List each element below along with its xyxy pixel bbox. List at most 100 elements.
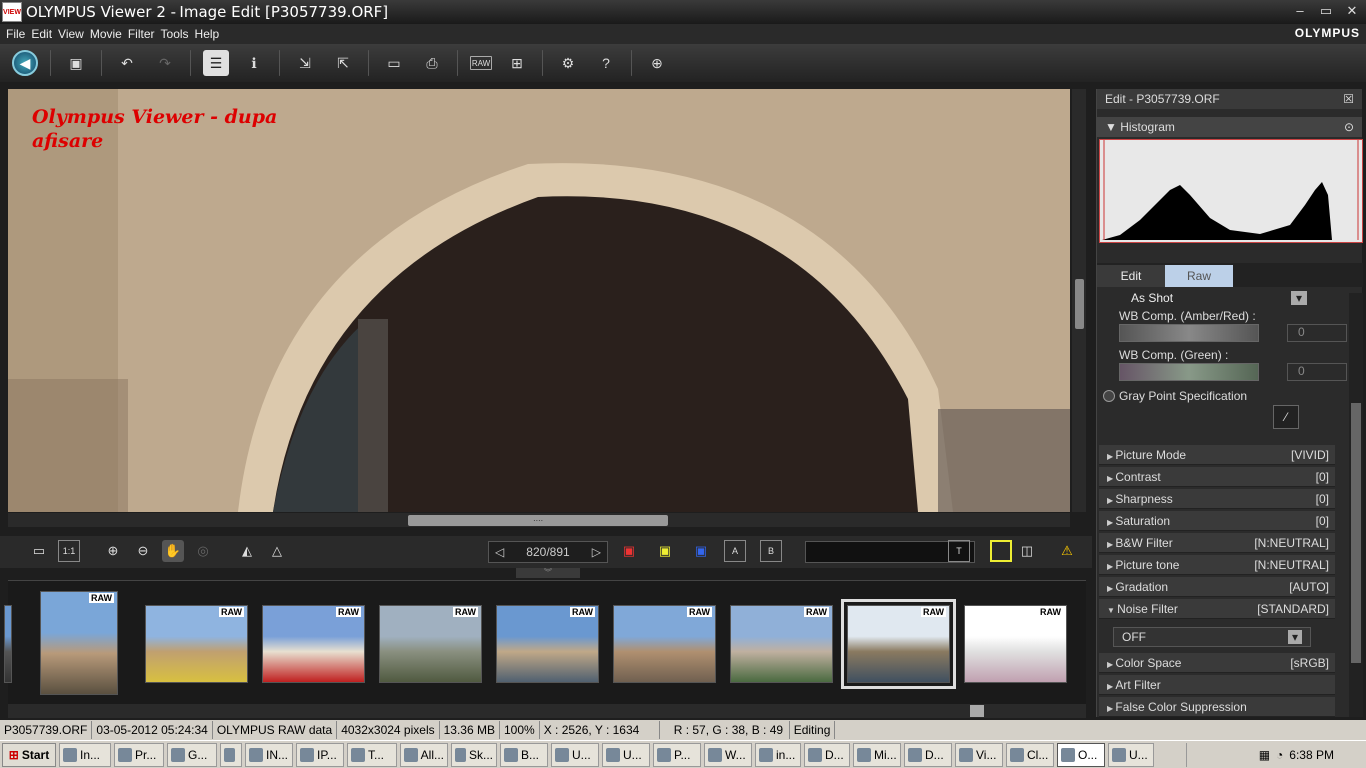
taskbar-button[interactable] (220, 742, 242, 767)
taskbar-button[interactable]: B... (500, 742, 548, 767)
list-view-icon[interactable]: ☰ (203, 50, 229, 76)
filmstrip-thumbnail[interactable]: RAW (40, 591, 118, 695)
gray-point-option[interactable]: Gray Point Specification (1103, 389, 1347, 403)
tab-edit[interactable]: Edit (1097, 265, 1165, 287)
yellow-flag-icon[interactable]: ▣ (654, 540, 676, 562)
setting-row-sharpness[interactable]: Sharpness [0] (1099, 489, 1335, 509)
scroll-thumb[interactable] (1075, 279, 1084, 329)
menu-filter[interactable]: Filter (128, 27, 155, 41)
taskbar-button[interactable]: T... (347, 742, 397, 767)
menu-movie[interactable]: Movie (90, 27, 122, 41)
taskbar-button[interactable]: IP... (296, 742, 344, 767)
hand-tool-icon[interactable]: ✋ (162, 540, 184, 562)
help-icon[interactable]: ? (593, 50, 619, 76)
zoom-out-icon[interactable]: ⊖ (132, 540, 154, 562)
triangle-outline-icon[interactable]: △ (266, 540, 288, 562)
filmstrip-thumbnail[interactable]: RAW (379, 605, 482, 683)
panel-scrollbar[interactable] (1349, 293, 1363, 717)
setting-row-b-w-filter[interactable]: B&W Filter [N:NEUTRAL] (1099, 533, 1335, 553)
filmstrip-thumbnail[interactable]: RAW (262, 605, 365, 683)
taskbar-button[interactable]: In... (59, 742, 111, 767)
wb-amber-value[interactable]: 0 (1287, 324, 1347, 342)
taskbar-button[interactable]: in... (755, 742, 801, 767)
b-button[interactable]: B (760, 540, 782, 562)
taskbar-button[interactable]: D... (904, 742, 952, 767)
start-button[interactable]: ⊞ Start (2, 742, 56, 767)
taskbar-button[interactable]: Cl... (1006, 742, 1054, 767)
setting-row-color-space[interactable]: Color Space [sRGB] (1099, 653, 1335, 673)
text-button[interactable]: T (948, 540, 970, 562)
warning-icon[interactable]: ⚠ (1056, 540, 1078, 562)
filmstrip-thumbnail[interactable]: RAW (145, 605, 248, 683)
viewer-horizontal-scrollbar[interactable]: ∙∙∙∙ (8, 513, 1070, 527)
save-icon[interactable]: ▣ (63, 50, 89, 76)
zoom-in-icon[interactable]: ⊕ (102, 540, 124, 562)
taskbar-button[interactable]: All... (400, 742, 448, 767)
setting-row-gradation[interactable]: Gradation [AUTO] (1099, 577, 1335, 597)
collapse-filmstrip-button[interactable]: ︾ (516, 568, 580, 578)
chevron-down-icon[interactable]: ▾ (1288, 630, 1302, 644)
taskbar-button[interactable]: U... (1108, 742, 1154, 767)
wb-green-value[interactable]: 0 (1287, 363, 1347, 381)
setting-row-saturation[interactable]: Saturation [0] (1099, 511, 1335, 531)
next-image-button[interactable]: ▷ (592, 545, 601, 559)
taskbar-button[interactable]: Pr... (114, 742, 164, 767)
scroll-thumb[interactable]: ∙∙∙∙ (408, 515, 668, 526)
raw-develop-icon[interactable]: RAW (470, 56, 492, 70)
web-icon[interactable]: ⊕ (644, 50, 670, 76)
taskbar-button[interactable]: Mi... (853, 742, 901, 767)
tab-raw[interactable]: Raw (1165, 265, 1233, 287)
taskbar-button[interactable]: P... (653, 742, 701, 767)
viewer-vertical-scrollbar[interactable] (1072, 89, 1086, 512)
menu-file[interactable]: File (6, 27, 25, 41)
taskbar-button[interactable]: G... (167, 742, 217, 767)
slideshow-icon[interactable]: ▭ (381, 50, 407, 76)
taskbar-button[interactable]: IN... (245, 742, 293, 767)
taskbar-button[interactable]: W... (704, 742, 752, 767)
blue-flag-icon[interactable]: ▣ (690, 540, 712, 562)
single-view-icon[interactable] (990, 540, 1012, 562)
scroll-thumb[interactable] (1351, 403, 1361, 663)
triangle-up-icon[interactable]: ◭ (236, 540, 258, 562)
setting-row-art-filter[interactable]: Art Filter (1099, 675, 1335, 695)
noise-filter-select[interactable]: OFF ▾ (1113, 627, 1311, 647)
close-button[interactable]: ✕ (1342, 2, 1362, 20)
volume-icon[interactable]: ◔ (1276, 748, 1283, 762)
print-icon[interactable]: ⎙ (419, 50, 445, 76)
network-icon[interactable]: ▦ (1259, 748, 1270, 762)
image-adjust-icon[interactable]: ⊞ (504, 50, 530, 76)
setting-row-contrast[interactable]: Contrast [0] (1099, 467, 1335, 487)
filmstrip-thumbnail[interactable]: RAW (964, 605, 1067, 683)
a-button[interactable]: A (724, 540, 746, 562)
taskbar-button[interactable]: O... (1057, 742, 1105, 767)
filmstrip-scrollbar[interactable] (8, 704, 1086, 718)
fit-screen-icon[interactable]: ▭ (28, 540, 50, 562)
compare-view-icon[interactable]: ◫ (1016, 540, 1038, 562)
image-viewer[interactable]: Olympus Viewer - dupa afisare (8, 89, 1070, 512)
actual-size-button[interactable]: 1:1 (58, 540, 80, 562)
eyedropper-icon[interactable]: ⁄ (1273, 405, 1299, 429)
back-arrow-icon[interactable]: ◀ (12, 50, 38, 76)
histogram-header[interactable]: ▼ Histogram ⊙ (1097, 117, 1362, 137)
histogram-options-icon[interactable]: ⊙ (1344, 120, 1354, 134)
menu-tools[interactable]: Tools (161, 27, 189, 41)
maximize-button[interactable]: ▭ (1316, 2, 1336, 20)
filmstrip-thumbnail[interactable]: RAW (841, 599, 956, 689)
setting-row-noise-filter[interactable]: Noise Filter [STANDARD] (1099, 599, 1335, 619)
export-icon[interactable]: ⇲ (292, 50, 318, 76)
taskbar-button[interactable]: Vi... (955, 742, 1003, 767)
undo-icon[interactable]: ↶ (114, 50, 140, 76)
import-icon[interactable]: ⇱ (330, 50, 356, 76)
filmstrip-thumbnail[interactable]: RAW (613, 605, 716, 683)
setting-row-picture-tone[interactable]: Picture tone [N:NEUTRAL] (1099, 555, 1335, 575)
filmstrip-thumbnail[interactable]: RAW (496, 605, 599, 683)
filmstrip-thumbnail[interactable]: RAW (730, 605, 833, 683)
chevron-down-icon[interactable]: ▾ (1291, 291, 1307, 305)
setting-row-picture-mode[interactable]: Picture Mode [VIVID] (1099, 445, 1335, 465)
tools-icon[interactable]: ⚙ (555, 50, 581, 76)
red-flag-icon[interactable]: ▣ (618, 540, 640, 562)
rotate-icon[interactable]: ◎ (192, 540, 214, 562)
wb-green-slider[interactable] (1119, 363, 1259, 381)
taskbar-button[interactable]: Sk... (451, 742, 497, 767)
redo-icon[interactable]: ↷ (152, 50, 178, 76)
